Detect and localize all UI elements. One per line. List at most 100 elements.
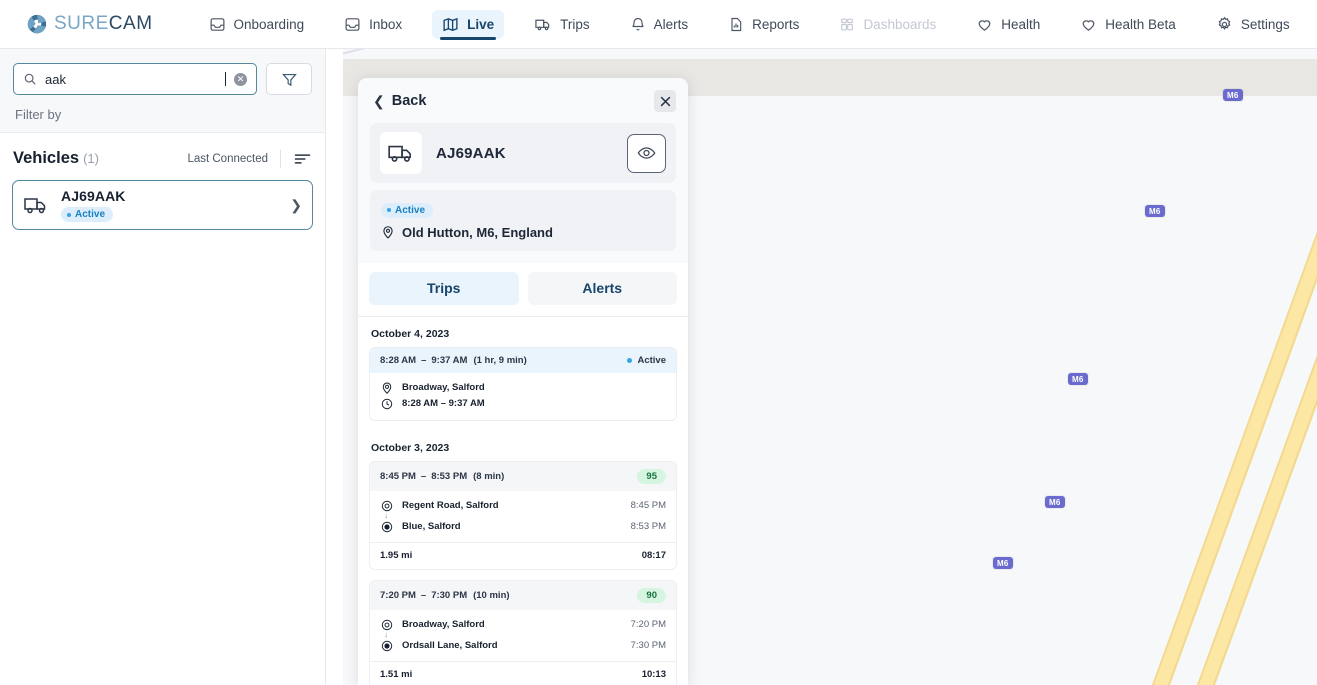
nav-label: Health	[1001, 16, 1041, 32]
time-range-dash: –	[421, 354, 427, 366]
panel-location-text: Old Hutton, M6, England	[402, 224, 553, 240]
trip-date-header: October 4, 2023	[371, 327, 450, 340]
nav-item-reports[interactable]: Reports	[718, 10, 809, 39]
time-range-dash: –	[420, 470, 427, 482]
panel-location: Old Hutton, M6, England	[381, 225, 665, 240]
trips-list[interactable]: October 4, 2023 8:28 AM – 9:37 AM (1 hr,…	[358, 316, 688, 685]
back-button[interactable]: ❮ Back	[370, 93, 426, 109]
active-tab-underline	[440, 37, 497, 40]
trip-card-body: Broadway, Salford 7:20 PM ↓ Ordsall Lane…	[370, 610, 676, 685]
map-pin-icon	[383, 226, 393, 239]
origin-target-icon	[380, 619, 393, 631]
search-input[interactable]	[45, 71, 223, 87]
filter-zone: ✕ Filter by	[0, 49, 325, 133]
trip-start-time: 8:28 AM	[380, 354, 417, 366]
trip-header-right: 95	[637, 468, 666, 484]
trip-card-body: Regent Road, Salford 8:45 PM ↓ Blue, Sal…	[370, 491, 676, 569]
filter-button[interactable]	[266, 63, 312, 95]
vehicle-list-item-aj69aak[interactable]: AJ69AAK Active ❯	[12, 180, 313, 230]
trip-card[interactable]: 8:45 PM – 8:53 PM (8 min) 95 Regent Road…	[369, 460, 677, 570]
trip-leg: 8:28 AM – 9:37 AM	[380, 396, 666, 412]
trip-leg-label: 8:28 AM – 9:37 AM	[402, 398, 485, 409]
sort-label[interactable]: Last Connected	[187, 153, 268, 165]
trip-leg-time: 7:20 PM	[630, 619, 666, 630]
nav-item-health-beta[interactable]: Health Beta	[1070, 10, 1186, 39]
clock-icon	[380, 398, 393, 410]
inbox-tray-icon	[210, 17, 225, 31]
nav-item-live[interactable]: Live	[432, 9, 505, 40]
vehicles-header: Vehicles (1) Last Connected	[0, 133, 325, 180]
search-box[interactable]: ✕	[13, 63, 257, 95]
trip-end-time: 7:30 PM	[431, 589, 468, 601]
clear-search-icon[interactable]: ✕	[234, 72, 247, 86]
nav-item-alerts[interactable]: Alerts	[620, 10, 699, 39]
status-badge: Active	[61, 207, 114, 223]
sort-lines-icon[interactable]	[293, 152, 312, 166]
funnel-icon	[281, 73, 297, 86]
trip-leg-label: Ordsall Lane, Salford	[402, 640, 498, 651]
nav-label: Onboarding	[233, 16, 305, 32]
surecam-logo[interactable]: SURECAM	[27, 13, 153, 35]
panel-vehicle-name: AJ69AAK	[436, 144, 506, 162]
panel-status-badge: Active	[381, 202, 434, 218]
view-live-video-button[interactable]	[627, 133, 666, 173]
trip-leg: Broadway, Salford 7:20 PM	[380, 617, 666, 633]
trip-leg: Broadway, Salford	[380, 380, 666, 396]
trip-leg: Regent Road, Salford 8:45 PM	[380, 498, 666, 514]
trip-leg-time: 8:45 PM	[630, 500, 666, 511]
vehicle-detail-panel: ❮ Back AJ69AAK Active Old Hutton, M6, En…	[358, 78, 688, 685]
trip-card[interactable]: 7:20 PM – 7:30 PM (10 min) 90 Broadway, …	[369, 579, 677, 685]
nav-item-dashboards[interactable]: Dashboards	[829, 10, 946, 39]
close-icon	[660, 96, 670, 106]
vehicles-sidebar: ✕ Filter by Vehicles (1) Last Connected	[0, 49, 326, 685]
status-dot	[387, 208, 391, 212]
nav-label: Settings	[1240, 16, 1290, 32]
logo-text-cam: CAM	[108, 13, 153, 34]
chevron-right-icon[interactable]: ❯	[290, 197, 302, 214]
trip-leg: Ordsall Lane, Salford 7:30 PM	[380, 638, 666, 654]
panel-header: ❮ Back AJ69AAK Active Old Hutton, M6, En…	[358, 78, 688, 263]
nav-item-health[interactable]: Health	[966, 10, 1050, 39]
nav-label: Alerts	[653, 16, 689, 32]
panel-location-row: Active Old Hutton, M6, England	[370, 190, 676, 251]
nav-item-settings[interactable]: Settings	[1206, 10, 1300, 39]
top-navigation-bar: SURECAM Onboarding Inbox Live Trips Aler…	[0, 0, 1317, 49]
status-label: Active	[75, 209, 106, 221]
trip-card-footer: 1.51 mi 10:13	[370, 660, 676, 685]
search-row: ✕	[13, 63, 312, 95]
panel-tabs: Trips Alerts	[358, 262, 688, 317]
trip-leg-label: Broadway, Salford	[402, 382, 485, 393]
trip-card-body: Broadway, Salford 8:28 AM – 9:37 AM	[370, 373, 676, 420]
chevron-left-icon: ❮	[373, 93, 385, 109]
heart-icon	[1082, 19, 1095, 31]
trip-distance: 1.51 mi	[380, 668, 413, 680]
vehicle-list-item-body: AJ69AAK Active	[61, 188, 290, 223]
vehicles-header-controls: Last Connected	[187, 149, 312, 168]
nav-item-trips[interactable]: Trips	[524, 10, 600, 39]
nav-item-inbox[interactable]: Inbox	[334, 10, 412, 39]
tab-trips[interactable]: Trips	[369, 271, 519, 305]
tab-alerts[interactable]: Alerts	[527, 271, 677, 305]
destination-dot-icon	[380, 640, 393, 652]
trip-score-badge: 90	[637, 587, 666, 603]
panel-vehicle-row: AJ69AAK	[370, 123, 676, 183]
trip-card[interactable]: 8:28 AM – 9:37 AM (1 hr, 9 min) Active B…	[369, 346, 677, 421]
trip-header-right: 90	[637, 587, 666, 603]
trip-leg-label: Broadway, Salford	[402, 619, 485, 630]
nav-item-onboarding[interactable]: Onboarding	[199, 10, 315, 39]
trip-card-footer: 1.95 mi 08:17	[370, 541, 676, 569]
inbox-tray-icon	[345, 17, 360, 31]
road-label-m6: M6	[1223, 89, 1243, 101]
vehicle-name: AJ69AAK	[61, 187, 126, 204]
road-label-m6: M6	[1068, 373, 1088, 385]
motorway-fill-west	[1119, 49, 1317, 685]
time-range-dash: –	[420, 589, 427, 601]
trip-distance: 1.95 mi	[380, 549, 413, 561]
nav-label: Trips	[560, 16, 590, 32]
nav-label: Dashboards	[863, 16, 937, 32]
vehicles-count: (1)	[83, 151, 99, 166]
close-panel-button[interactable]	[654, 90, 676, 112]
trip-duration: (1 hr, 9 min)	[473, 354, 527, 366]
trip-leg-time: 8:53 PM	[630, 521, 666, 532]
aperture-logo-icon	[27, 14, 47, 34]
